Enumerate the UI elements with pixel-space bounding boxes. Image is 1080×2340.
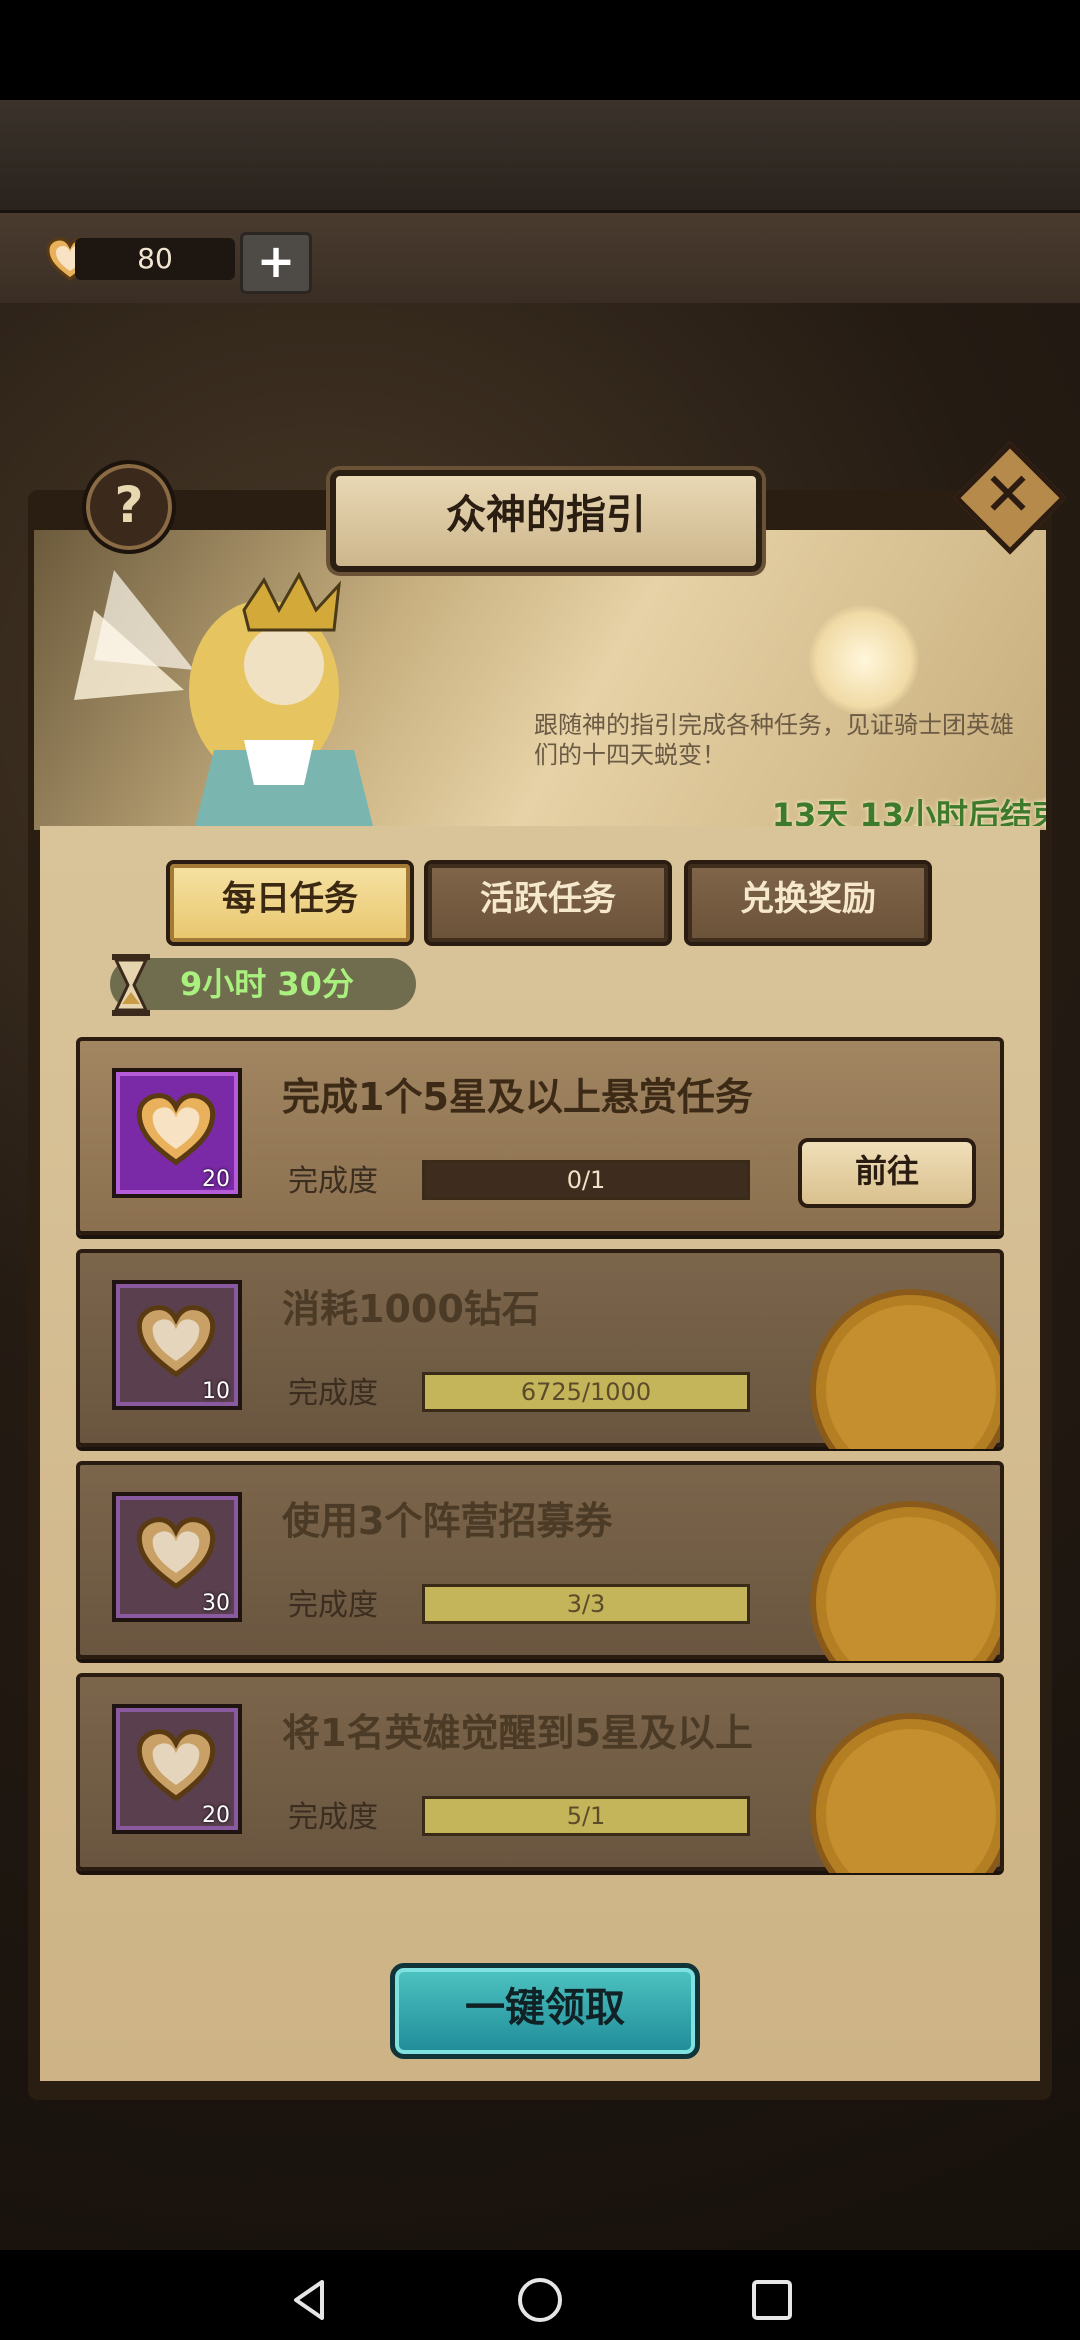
panel-paper: [40, 826, 1040, 2081]
title-plate: 众神的指引: [330, 470, 762, 572]
progress-bar: 3/3: [422, 1584, 750, 1624]
task-title: 将1名英雄觉醒到5星及以上: [282, 1711, 753, 1755]
heart-icon: [136, 1729, 216, 1802]
close-icon[interactable]: ✕: [968, 455, 1048, 535]
back-icon[interactable]: [280, 2270, 340, 2330]
page-title: 众神的指引: [446, 492, 646, 538]
task-title: 消耗1000钻石: [282, 1287, 540, 1331]
progress-value: 5/1: [566, 1802, 606, 1830]
heart-icon: [136, 1517, 216, 1590]
event-timer: 13天 13小时后结束: [771, 796, 1046, 830]
banner-sun: [809, 605, 919, 715]
reward-count: 20: [202, 1803, 230, 1828]
help-button[interactable]: ?: [82, 460, 176, 554]
progress-label: 完成度: [288, 1800, 378, 1835]
recent-apps-icon[interactable]: [742, 2270, 802, 2330]
goddess-figure: [74, 570, 374, 830]
progress-bar: 5/1: [422, 1796, 750, 1836]
progress-label: 完成度: [288, 1376, 378, 1411]
seal-icon: [800, 1703, 1000, 1873]
banner-description: 跟随神的指引完成各种任务，见证骑士团英雄们的十四天蜕变！: [534, 711, 1014, 769]
claim-all-button[interactable]: 一键领取: [390, 1963, 700, 2059]
progress-bar: 0/1: [422, 1160, 750, 1200]
go-button[interactable]: 前往: [798, 1138, 976, 1208]
currency-value: 80: [75, 238, 235, 280]
tab-activity-missions[interactable]: 活跃任务: [424, 860, 672, 946]
task-title: 使用3个阵营招募券: [282, 1499, 613, 1543]
hourglass-icon: [112, 954, 150, 1016]
heart-icon: [136, 1305, 216, 1378]
top-strip: [0, 100, 1080, 210]
daily-timer: 9小时 30分: [180, 965, 354, 1003]
reward-count: 10: [202, 1379, 230, 1404]
seal-icon: [800, 1279, 1000, 1449]
home-icon[interactable]: [510, 2270, 570, 2330]
progress-bar: 6725/1000: [422, 1372, 750, 1412]
status-bar: [0, 0, 1080, 100]
heart-icon: [136, 1093, 216, 1166]
help-icon: ?: [114, 476, 144, 534]
tab-exchange-rewards[interactable]: 兑换奖励: [684, 860, 932, 946]
progress-label: 完成度: [288, 1164, 378, 1199]
tab-daily-missions[interactable]: 每日任务: [166, 860, 414, 946]
progress-value: 3/3: [566, 1590, 606, 1618]
add-currency-button[interactable]: +: [240, 232, 312, 294]
seal-icon: [800, 1491, 1000, 1661]
reward-count: 20: [202, 1167, 230, 1192]
task-title: 完成1个5星及以上悬赏任务: [282, 1075, 753, 1119]
reward-count: 30: [202, 1591, 230, 1616]
reward-slot[interactable]: 10: [112, 1280, 242, 1410]
reward-slot[interactable]: 20: [112, 1704, 242, 1834]
progress-value: 0/1: [566, 1166, 606, 1194]
progress-label: 完成度: [288, 1588, 378, 1623]
reward-slot[interactable]: 30: [112, 1492, 242, 1622]
reward-slot[interactable]: 20: [112, 1068, 242, 1198]
event-banner: 跟随神的指引完成各种任务，见证骑士团英雄们的十四天蜕变！ 13天 13小时后结束: [34, 530, 1046, 830]
progress-value: 6725/1000: [520, 1378, 652, 1406]
